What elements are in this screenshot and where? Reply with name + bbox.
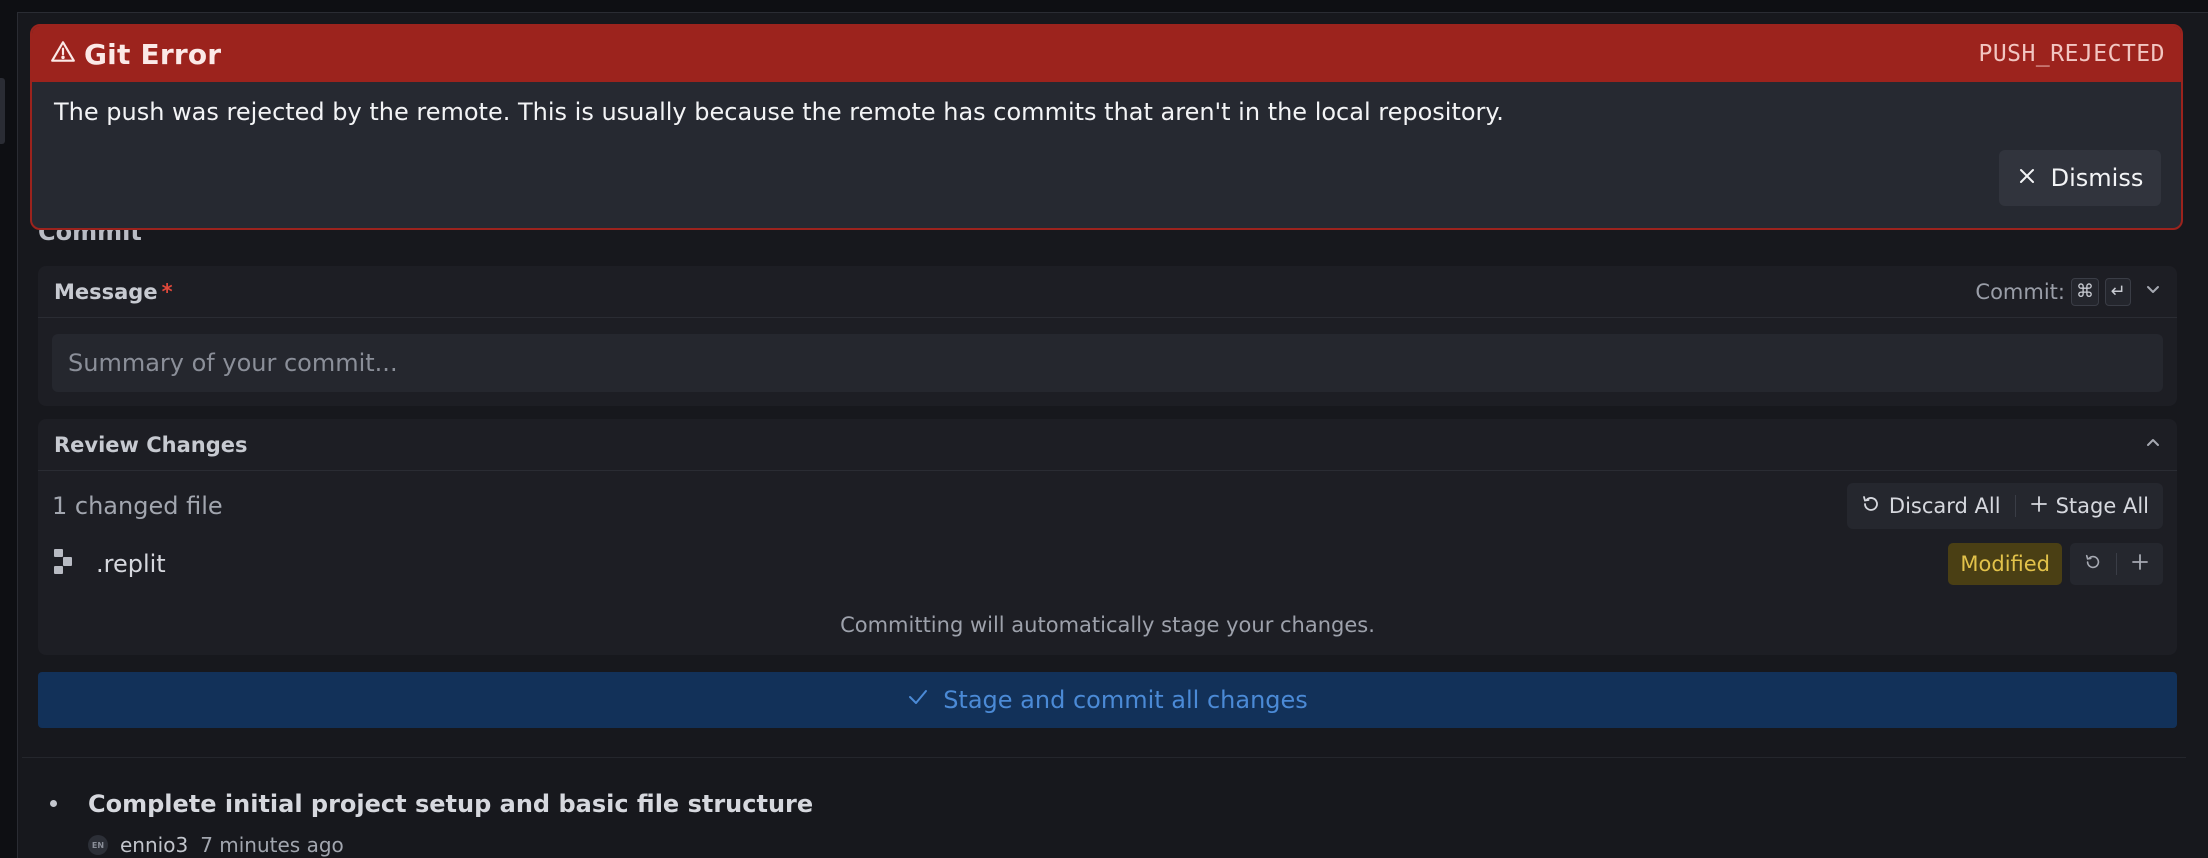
close-icon bbox=[2017, 164, 2037, 192]
git-error-banner: Git Error PUSH_REJECTED The push was rej… bbox=[30, 24, 2183, 230]
dismiss-button[interactable]: Dismiss bbox=[1999, 150, 2161, 206]
commit-bullet bbox=[50, 800, 57, 807]
left-panel-edge bbox=[0, 78, 5, 144]
discard-file-button[interactable] bbox=[2070, 543, 2116, 585]
chevron-down-icon[interactable] bbox=[2145, 281, 2161, 302]
stage-and-commit-button[interactable]: Stage and commit all changes bbox=[38, 672, 2177, 728]
error-header: Git Error PUSH_REJECTED bbox=[32, 26, 2181, 82]
divider bbox=[22, 757, 2186, 758]
error-code: PUSH_REJECTED bbox=[1978, 41, 2165, 67]
command-key-icon: ⌘ bbox=[2071, 277, 2099, 306]
enter-key-icon: ↵ bbox=[2105, 277, 2131, 306]
auto-stage-note: Committing will automatically stage your… bbox=[840, 613, 1375, 637]
commit-message-panel: Message * Commit: ⌘ ↵ bbox=[38, 266, 2177, 406]
shortcut-label: Commit: bbox=[1975, 279, 2065, 304]
commit-title: Complete initial project setup and basic… bbox=[88, 790, 814, 818]
commit-meta: EN ennio3 7 minutes ago bbox=[88, 833, 344, 857]
plus-icon bbox=[2131, 553, 2149, 575]
plus-icon bbox=[2030, 494, 2048, 518]
commit-message-input[interactable] bbox=[52, 334, 2163, 392]
changed-file-row[interactable]: .replit Modified bbox=[52, 541, 2163, 587]
commit-author: ennio3 bbox=[120, 833, 189, 857]
warning-triangle-icon bbox=[50, 39, 76, 69]
undo-icon bbox=[1861, 494, 1881, 519]
status-badge: Modified bbox=[1948, 543, 2062, 585]
chevron-up-icon[interactable] bbox=[2145, 435, 2161, 455]
discard-all-button[interactable]: Discard All bbox=[1861, 494, 2001, 519]
stage-file-button[interactable] bbox=[2117, 543, 2163, 585]
changed-file-count: 1 changed file bbox=[52, 492, 223, 520]
avatar: EN bbox=[88, 835, 108, 855]
stage-all-button[interactable]: Stage All bbox=[2030, 494, 2149, 518]
required-mark: * bbox=[161, 279, 173, 304]
checkmark-icon bbox=[907, 686, 929, 714]
replit-file-icon bbox=[52, 548, 76, 580]
error-title: Git Error bbox=[84, 37, 222, 71]
review-changes-panel: Review Changes 1 changed file Discard Al… bbox=[38, 419, 2177, 655]
commit-shortcut[interactable]: Commit: ⌘ ↵ bbox=[1975, 277, 2161, 306]
bulk-actions: Discard All Stage All bbox=[1846, 483, 2163, 529]
undo-icon bbox=[2084, 553, 2102, 575]
commit-time: 7 minutes ago bbox=[200, 833, 344, 857]
message-label: Message * bbox=[54, 279, 173, 304]
review-changes-title: Review Changes bbox=[54, 432, 248, 457]
file-name: .replit bbox=[96, 550, 166, 578]
error-message: The push was rejected by the remote. Thi… bbox=[54, 98, 1504, 126]
dismiss-label: Dismiss bbox=[2050, 164, 2144, 192]
commit-button-label: Stage and commit all changes bbox=[943, 686, 1308, 714]
